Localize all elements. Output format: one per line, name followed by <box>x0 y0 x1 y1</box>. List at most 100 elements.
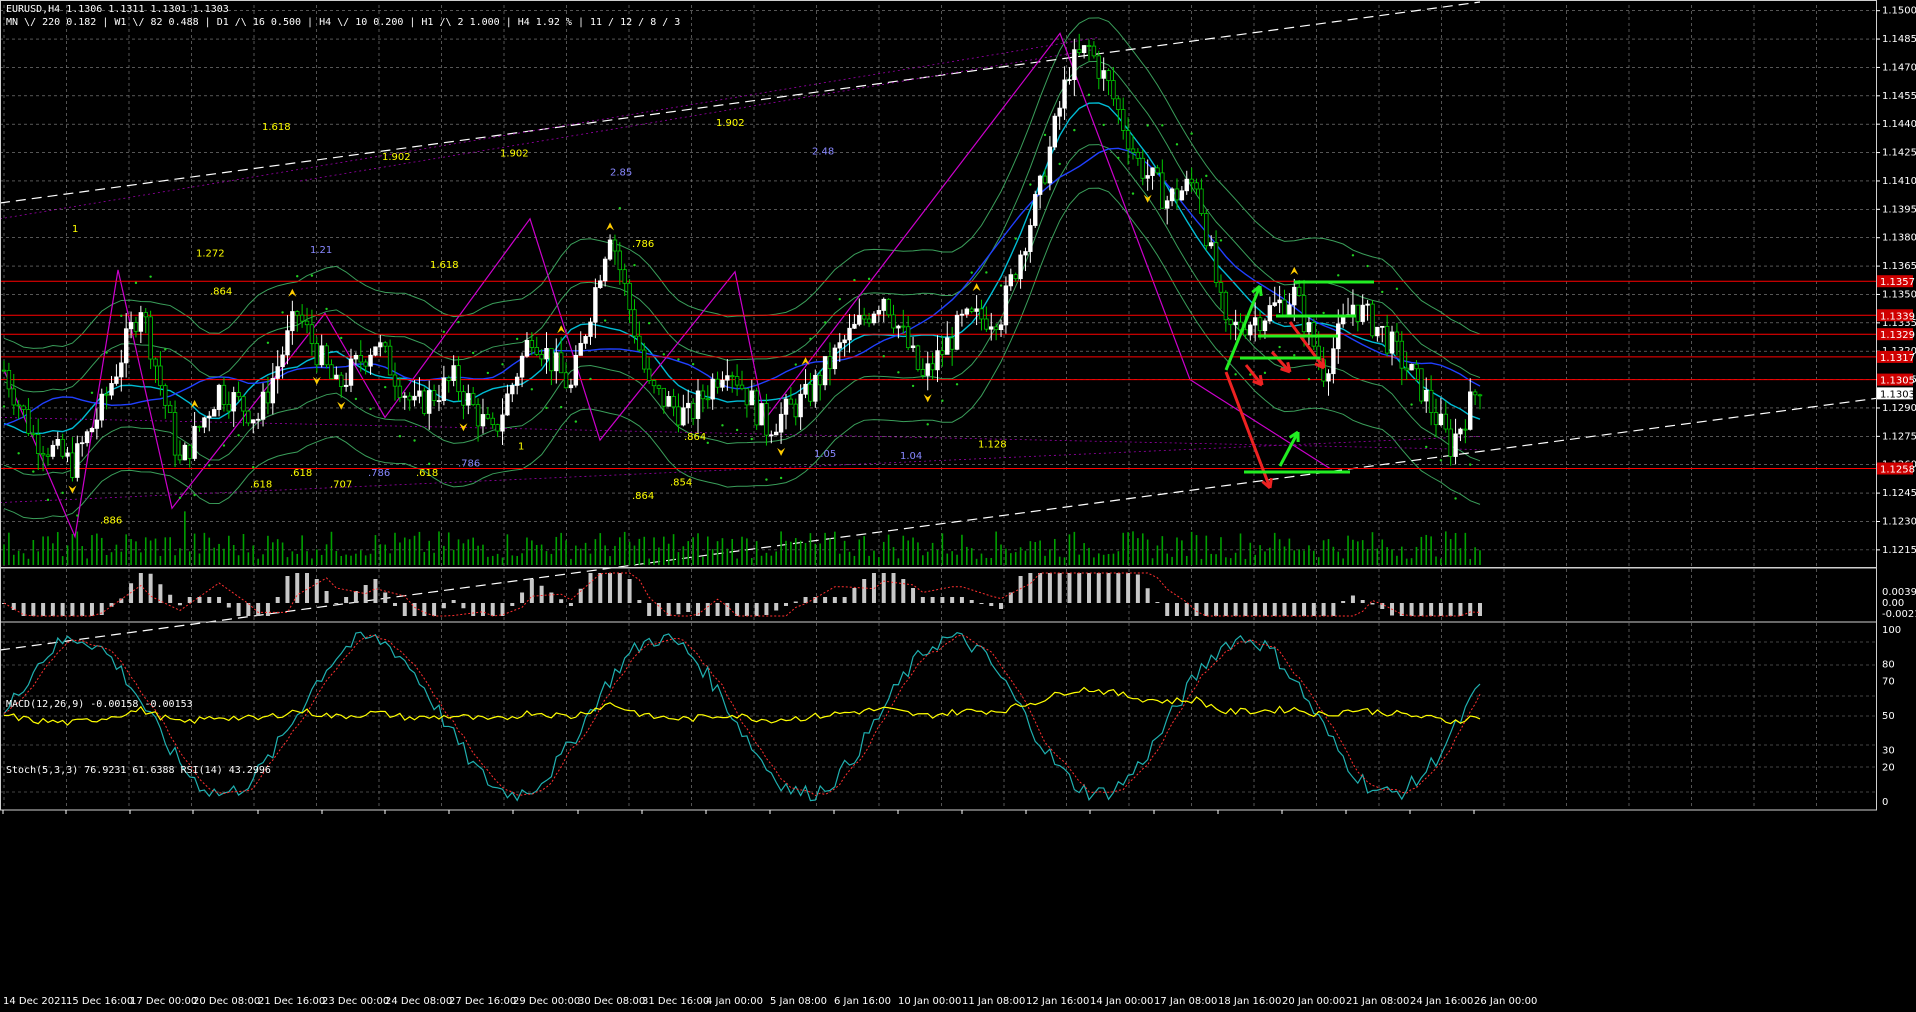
candle-body[interactable] <box>172 412 178 456</box>
candle-body[interactable] <box>1370 303 1375 337</box>
candle-body[interactable] <box>891 314 896 329</box>
candle-body[interactable] <box>1404 367 1409 371</box>
candle-body[interactable] <box>1042 175 1048 184</box>
candle-body[interactable] <box>70 452 75 478</box>
candle-body[interactable] <box>89 427 95 433</box>
candle-body[interactable] <box>925 363 930 376</box>
candle-body[interactable] <box>1213 242 1219 283</box>
candle-body[interactable] <box>852 323 857 329</box>
candle-body[interactable] <box>573 354 579 386</box>
candle-body[interactable] <box>1389 331 1395 354</box>
candle-body[interactable] <box>808 383 813 402</box>
candle-body[interactable] <box>1433 412 1439 426</box>
candle-body[interactable] <box>1384 325 1390 354</box>
candle-body[interactable] <box>969 308 974 312</box>
candle-body[interactable] <box>153 358 158 367</box>
candle-body[interactable] <box>104 393 109 396</box>
candle-body[interactable] <box>989 326 994 330</box>
candle-body[interactable] <box>788 398 794 405</box>
candle-body[interactable] <box>251 419 256 424</box>
candle-body[interactable] <box>534 347 539 355</box>
candle-body[interactable] <box>309 324 315 344</box>
candle-body[interactable] <box>1311 322 1317 347</box>
candle-body[interactable] <box>1067 79 1072 82</box>
candle-body[interactable] <box>1077 49 1082 54</box>
candle-body[interactable] <box>1282 299 1287 316</box>
candle-body[interactable] <box>1252 317 1258 326</box>
candle-body[interactable] <box>720 379 725 388</box>
candle-body[interactable] <box>656 385 662 389</box>
candle-body[interactable] <box>749 390 754 406</box>
candle-body[interactable] <box>1243 329 1248 336</box>
candle-body[interactable] <box>40 453 46 456</box>
candle-body[interactable] <box>759 403 764 426</box>
candle-body[interactable] <box>60 438 65 457</box>
candle-body[interactable] <box>798 393 803 418</box>
candle-body[interactable] <box>1081 45 1087 54</box>
candle-body[interactable] <box>964 308 970 315</box>
candle-body[interactable] <box>475 404 481 427</box>
candle-body[interactable] <box>270 378 276 404</box>
candle-body[interactable] <box>255 418 261 421</box>
candle-body[interactable] <box>75 443 80 478</box>
candle-body[interactable] <box>280 354 285 368</box>
candle-body[interactable] <box>1028 225 1033 252</box>
candle-body[interactable] <box>1424 389 1429 402</box>
candle-body[interactable] <box>1037 175 1043 195</box>
candle-body[interactable] <box>730 375 735 378</box>
candle-body[interactable] <box>446 377 451 381</box>
candle-body[interactable] <box>774 431 779 436</box>
candle-body[interactable] <box>1277 299 1282 304</box>
candle-body[interactable] <box>881 298 886 311</box>
candle-body[interactable] <box>676 406 681 426</box>
candle-body[interactable] <box>1360 304 1365 322</box>
candle-body[interactable] <box>109 383 114 396</box>
candle-body[interactable] <box>1199 188 1204 214</box>
candle-body[interactable] <box>290 311 295 332</box>
candle-body[interactable] <box>734 376 740 386</box>
candle-body[interactable] <box>857 314 862 325</box>
candle-body[interactable] <box>1218 282 1224 293</box>
candle-body[interactable] <box>353 355 359 360</box>
candle-body[interactable] <box>1096 55 1101 79</box>
candle-body[interactable] <box>754 390 759 426</box>
candle-body[interactable] <box>436 400 442 402</box>
candle-body[interactable] <box>974 308 979 312</box>
candle-body[interactable] <box>1248 324 1253 336</box>
candle-body[interactable] <box>822 356 828 386</box>
candle-body[interactable] <box>984 318 989 330</box>
candle-body[interactable] <box>725 375 730 381</box>
candle-body[interactable] <box>402 395 407 398</box>
candle-body[interactable] <box>661 387 667 407</box>
candle-body[interactable] <box>94 419 100 429</box>
candle-body[interactable] <box>642 349 647 370</box>
chart-canvas[interactable]: 1.6181.902 1.9021.9022.482.8511.272 1.211.… <box>0 0 1916 1012</box>
candle-body[interactable] <box>1208 242 1214 247</box>
candle-body[interactable] <box>529 340 535 348</box>
candle-body[interactable] <box>842 339 847 344</box>
candle-body[interactable] <box>1257 317 1263 332</box>
candle-body[interactable] <box>1365 303 1370 306</box>
candle-body[interactable] <box>524 340 530 357</box>
candle-body[interactable] <box>378 342 383 348</box>
candle-body[interactable] <box>1296 286 1302 297</box>
time-axis[interactable]: 14 Dec 2021 15 Dec 16:0017 Dec 00:0020 De… <box>2 810 1537 1007</box>
candle-body[interactable] <box>299 314 305 322</box>
candle-body[interactable] <box>1194 182 1199 190</box>
candle-body[interactable] <box>236 392 241 398</box>
candle-body[interactable] <box>451 365 456 381</box>
candle-body[interactable] <box>417 390 422 397</box>
candle-body[interactable] <box>45 454 51 457</box>
candle-body[interactable] <box>602 258 608 282</box>
candle-body[interactable] <box>1463 428 1468 431</box>
candle-body[interactable] <box>1409 363 1414 371</box>
candle-body[interactable] <box>304 320 310 326</box>
candle-body[interactable] <box>123 328 129 364</box>
candle-body[interactable] <box>1340 316 1346 325</box>
candle-body[interactable] <box>861 314 867 320</box>
candle-body[interactable] <box>1047 146 1053 184</box>
candle-body[interactable] <box>1125 130 1131 150</box>
candle-body[interactable] <box>764 403 769 436</box>
candle-body[interactable] <box>905 326 911 349</box>
candle-body[interactable] <box>1179 190 1185 201</box>
